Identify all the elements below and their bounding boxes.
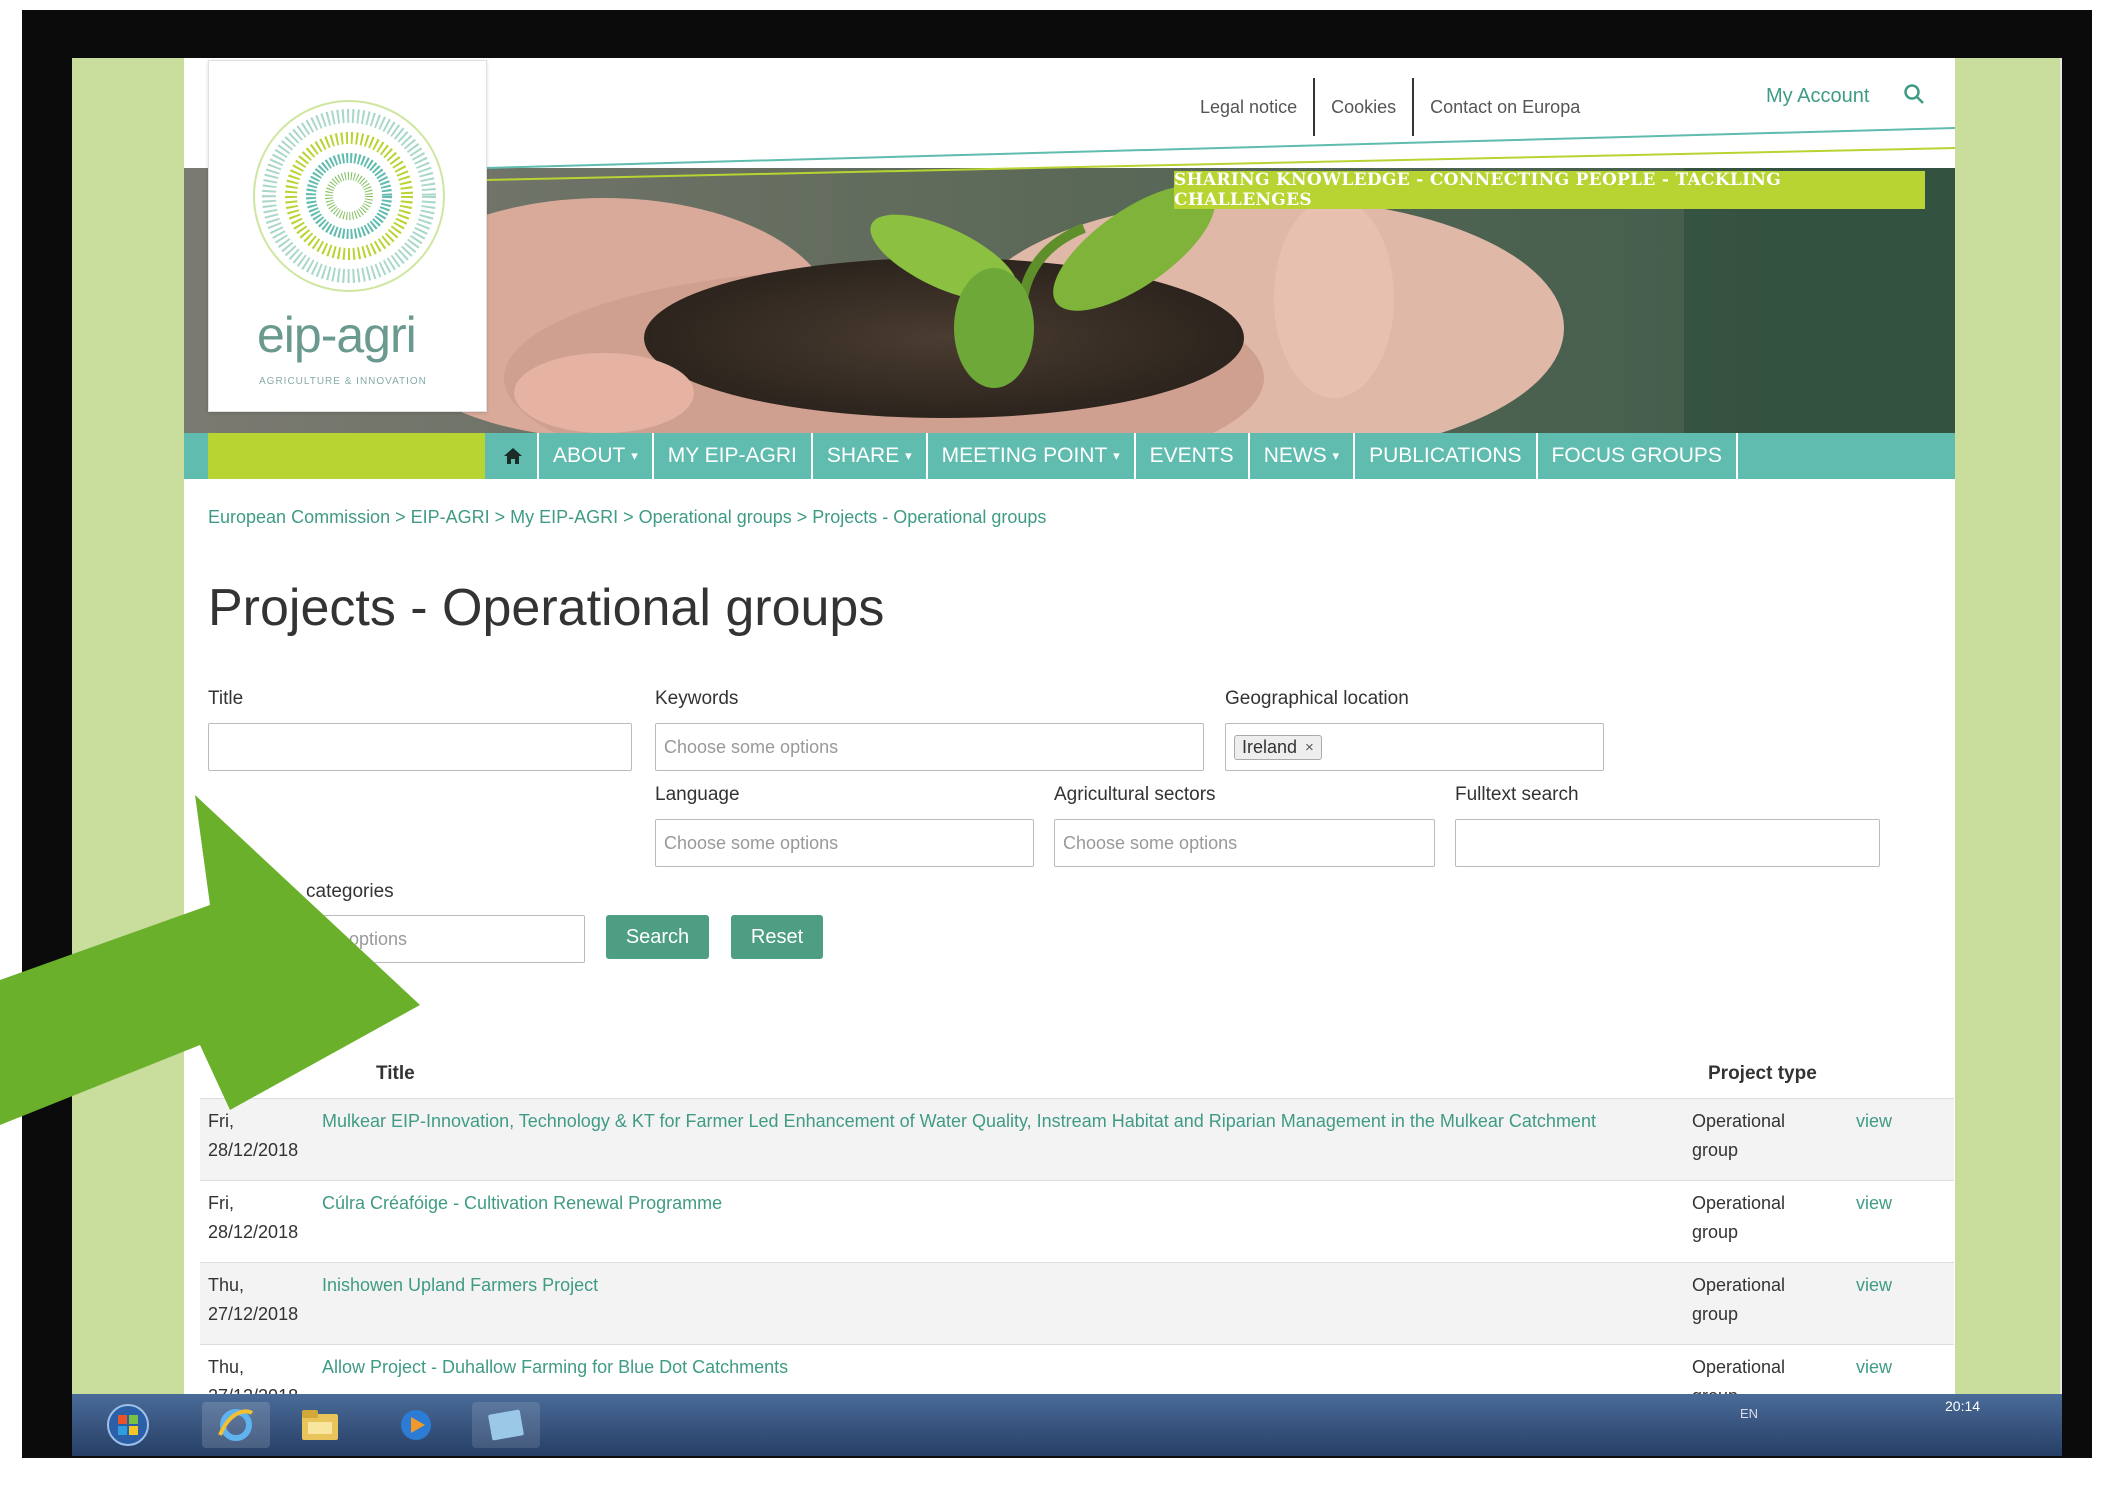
nav-meeting-point-label: MEETING POINT bbox=[941, 444, 1108, 467]
green-arrow-icon bbox=[0, 795, 420, 1125]
logo-wordmark: eip-agri bbox=[257, 307, 417, 363]
fulltext-search-input[interactable] bbox=[1455, 819, 1880, 867]
title-filter-label: Title bbox=[208, 688, 244, 709]
home-icon[interactable] bbox=[485, 433, 539, 479]
nav-about[interactable]: ABOUT ▾ bbox=[539, 433, 654, 479]
agricultural-sectors-select[interactable]: Choose some options bbox=[1054, 819, 1435, 867]
nav-news[interactable]: NEWS ▾ bbox=[1250, 433, 1356, 479]
starburst-logo-icon bbox=[253, 100, 445, 292]
row-date: Fri, 28/12/2018 bbox=[208, 1193, 299, 1242]
table-row: Fri, 28/12/2018 Mulkear EIP-Innovation, T… bbox=[200, 1098, 1954, 1180]
project-type: Operationalgroup bbox=[1692, 1111, 1786, 1160]
project-type: Operationalgroup bbox=[1692, 1357, 1786, 1394]
keywords-label: Keywords bbox=[655, 688, 739, 709]
internet-explorer-icon[interactable] bbox=[202, 1402, 270, 1448]
geo-location-select[interactable]: Ireland × bbox=[1225, 723, 1604, 771]
row-date: Thu,27/12/2018 bbox=[208, 1275, 299, 1324]
nav-publications-label: PUBLICATIONS bbox=[1369, 444, 1522, 467]
search-button[interactable]: Search bbox=[606, 915, 709, 959]
geo-location-label: Geographical location bbox=[1225, 688, 1409, 709]
caret-down-icon: ▾ bbox=[631, 448, 638, 463]
tagline-banner: SHARING KNOWLEDGE - CONNECTING PEOPLE - … bbox=[1174, 170, 1925, 210]
keywords-select[interactable]: Choose some options bbox=[655, 723, 1204, 771]
logo-subtitle: AGRICULTURE & INNOVATION bbox=[259, 376, 427, 387]
nav-share-label: SHARE bbox=[826, 444, 900, 467]
legal-notice-link[interactable]: Legal notice bbox=[1184, 97, 1313, 118]
nav-publications[interactable]: PUBLICATIONS bbox=[1355, 433, 1538, 479]
my-account-link[interactable]: My Account bbox=[1766, 85, 1869, 108]
nav-events-label: EVENTS bbox=[1149, 444, 1234, 467]
row-date: Thu,27/12/2018 bbox=[208, 1357, 298, 1394]
main-navigation: ABOUT ▾ MY EIP-AGRI SHARE ▾ MEETING POIN… bbox=[485, 433, 1738, 479]
utility-links: Legal notice Cookies Contact on Europa bbox=[1184, 78, 1596, 136]
view-link[interactable]: view bbox=[1856, 1107, 1892, 1136]
desktop-background-left bbox=[72, 58, 184, 1394]
nav-meeting-point[interactable]: MEETING POINT ▾ bbox=[928, 433, 1136, 479]
caret-down-icon: ▾ bbox=[1113, 448, 1120, 463]
project-title-link[interactable]: Mulkear EIP-Innovation, Technology & KT … bbox=[322, 1107, 1612, 1136]
table-row: Thu, 27/12/2018 Inishowen Upland Farmers … bbox=[200, 1262, 1954, 1344]
language-indicator[interactable]: EN bbox=[1740, 1406, 1758, 1421]
view-link[interactable]: view bbox=[1856, 1189, 1892, 1218]
contact-europa-link[interactable]: Contact on Europa bbox=[1414, 97, 1596, 118]
title-filter-input[interactable] bbox=[208, 723, 632, 771]
nav-accent-strip bbox=[208, 433, 485, 479]
nav-news-label: NEWS bbox=[1263, 444, 1327, 467]
cookies-link[interactable]: Cookies bbox=[1315, 97, 1412, 118]
media-player-icon[interactable] bbox=[382, 1402, 450, 1448]
reset-button[interactable]: Reset bbox=[731, 915, 823, 959]
nav-my-eip-agri[interactable]: MY EIP-AGRI bbox=[654, 433, 813, 479]
language-select[interactable]: Choose some options bbox=[655, 819, 1034, 867]
view-link[interactable]: view bbox=[1856, 1271, 1892, 1300]
nav-focus-groups-label: FOCUS GROUPS bbox=[1551, 444, 1722, 467]
language-label: Language bbox=[655, 784, 740, 805]
project-type-column-header[interactable]: Project type bbox=[1708, 1063, 1817, 1085]
nav-share[interactable]: SHARE ▾ bbox=[813, 433, 928, 479]
fulltext-search-label: Fulltext search bbox=[1455, 784, 1579, 805]
windows-taskbar bbox=[72, 1394, 2062, 1456]
remove-tag-icon[interactable]: × bbox=[1305, 739, 1314, 756]
browser-page: SHARING KNOWLEDGE - CONNECTING PEOPLE - … bbox=[184, 58, 1955, 1394]
caret-down-icon: ▾ bbox=[1332, 448, 1340, 463]
caret-down-icon: ▾ bbox=[905, 448, 912, 463]
project-title-link[interactable]: Inishowen Upland Farmers Project bbox=[322, 1271, 1612, 1300]
nav-focus-groups[interactable]: FOCUS GROUPS bbox=[1538, 433, 1738, 479]
table-row: Fri, 28/12/2018 Cúlra Créafóige - Cultiva… bbox=[200, 1180, 1954, 1262]
page-title: Projects - Operational groups bbox=[208, 579, 885, 637]
eip-agri-logo[interactable]: eip-agri AGRICULTURE & INNOVATION bbox=[208, 60, 487, 412]
nav-events[interactable]: EVENTS bbox=[1136, 433, 1250, 479]
nav-my-eip-agri-label: MY EIP-AGRI bbox=[667, 444, 797, 467]
ireland-tag-label: Ireland bbox=[1242, 736, 1298, 757]
project-title-link[interactable]: Allow Project - Duhallow Farming for Blu… bbox=[322, 1353, 1612, 1382]
nav-about-label: ABOUT bbox=[553, 444, 626, 467]
table-row: Thu,27/12/2018 Allow Project - Duhallow … bbox=[200, 1344, 1954, 1394]
search-icon[interactable] bbox=[1902, 82, 1926, 111]
view-link[interactable]: view bbox=[1856, 1353, 1892, 1382]
breadcrumb[interactable]: European Commission > EIP-AGRI > My EIP-… bbox=[208, 507, 1046, 528]
project-type: Operationalgroup bbox=[1692, 1193, 1786, 1242]
application-window-icon[interactable] bbox=[472, 1402, 540, 1448]
project-title-link[interactable]: Cúlra Créafóige - Cultivation Renewal Pr… bbox=[322, 1189, 1612, 1218]
project-type: Operationalgroup bbox=[1692, 1275, 1786, 1324]
desktop-background-right bbox=[1955, 58, 2060, 1394]
agricultural-sectors-label: Agricultural sectors bbox=[1054, 784, 1216, 805]
start-button-icon[interactable] bbox=[94, 1402, 162, 1448]
file-explorer-icon[interactable] bbox=[286, 1402, 354, 1448]
ireland-tag[interactable]: Ireland × bbox=[1234, 734, 1322, 760]
system-clock[interactable]: 20:14 bbox=[1945, 1398, 1980, 1414]
